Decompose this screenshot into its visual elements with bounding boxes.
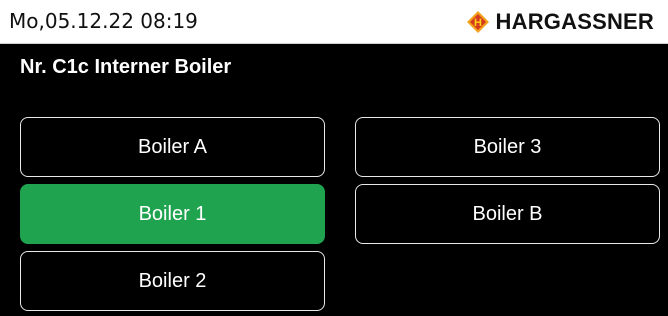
option-label: Boiler B: [472, 202, 543, 225]
option-label: Boiler 3: [473, 135, 542, 158]
brand-name: HARGASSNER: [495, 9, 654, 34]
boiler-3-button[interactable]: Boiler 3: [355, 117, 660, 177]
screen: Mo,05.12.22 08:19 H HARGASSNER Nr. C1c I…: [0, 0, 668, 316]
status-bar: Mo,05.12.22 08:19 H HARGASSNER: [0, 0, 668, 44]
boiler-b-button[interactable]: Boiler B: [355, 184, 660, 244]
option-label: Boiler 1: [138, 202, 207, 225]
datetime: Mo,05.12.22 08:19: [9, 9, 198, 33]
option-label: Boiler A: [138, 135, 207, 158]
page-title: Nr. C1c Interner Boiler: [20, 56, 232, 78]
brand: H HARGASSNER: [466, 7, 654, 37]
logo-letter: H: [474, 17, 482, 29]
boiler-2-button[interactable]: Boiler 2: [20, 251, 325, 311]
boiler-1-button[interactable]: Boiler 1: [20, 184, 325, 244]
hargassner-logo-icon: H: [466, 11, 489, 33]
boiler-a-button[interactable]: Boiler A: [20, 117, 325, 177]
option-label: Boiler 2: [138, 269, 207, 292]
